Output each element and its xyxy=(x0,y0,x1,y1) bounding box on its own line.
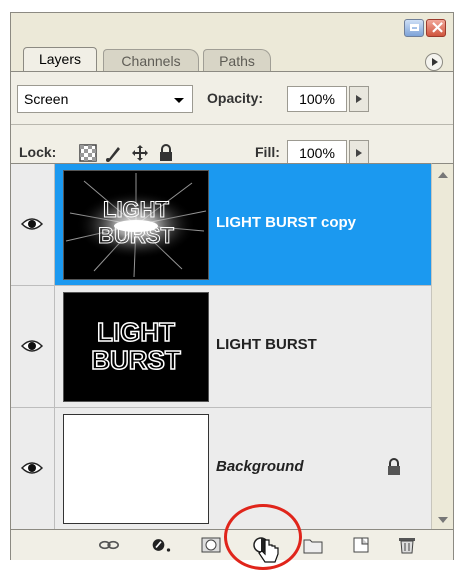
layers-panel: Layers Channels Paths Screen Opacity: 10… xyxy=(10,12,454,563)
layer-thumbnail[interactable] xyxy=(63,414,209,524)
scroll-up-icon[interactable] xyxy=(438,172,448,178)
panel-tabs: Layers Channels Paths xyxy=(11,45,453,72)
chevron-down-icon xyxy=(174,98,184,103)
svg-text:LIGHT: LIGHT xyxy=(103,197,170,222)
tab-channels[interactable]: Channels xyxy=(103,49,199,71)
lock-position-icon[interactable] xyxy=(131,144,149,162)
eye-icon xyxy=(21,218,43,230)
scroll-down-icon[interactable] xyxy=(438,517,448,523)
layer-name[interactable]: LIGHT BURST copy xyxy=(216,214,356,231)
tab-paths[interactable]: Paths xyxy=(203,49,271,71)
visibility-toggle[interactable] xyxy=(11,408,55,529)
layer-name[interactable]: LIGHT BURST xyxy=(216,336,317,353)
layer-row-light-burst-copy[interactable]: LIGHT BURST LIGHT BURST copy xyxy=(11,164,431,286)
svg-text:BURST: BURST xyxy=(91,345,181,375)
tab-layers[interactable]: Layers xyxy=(23,47,97,72)
panel-menu-button[interactable] xyxy=(425,53,443,71)
visibility-toggle[interactable] xyxy=(11,286,55,407)
layer-row-light-burst[interactable]: LIGHT BURST LIGHT BURST xyxy=(11,286,431,408)
opacity-label: Opacity: xyxy=(207,90,264,106)
layers-scrollbar[interactable] xyxy=(431,163,453,529)
lock-label: Lock: xyxy=(19,144,57,160)
new-group-icon[interactable] xyxy=(303,536,323,554)
opacity-slider-button[interactable] xyxy=(349,86,369,112)
eye-icon xyxy=(21,462,43,474)
opacity-field[interactable]: 100% xyxy=(287,86,347,112)
blend-mode-value: Screen xyxy=(24,91,69,107)
link-layers-icon[interactable] xyxy=(99,536,119,554)
fill-label: Fill: xyxy=(255,144,280,160)
close-button[interactable] xyxy=(426,17,446,38)
svg-text:LIGHT: LIGHT xyxy=(97,317,175,347)
trash-icon[interactable] xyxy=(397,536,417,554)
lock-icon xyxy=(388,458,400,475)
minimize-button[interactable] xyxy=(404,19,424,37)
eye-icon xyxy=(21,340,43,352)
layer-row-background[interactable]: Background xyxy=(11,408,431,530)
new-layer-icon[interactable] xyxy=(351,536,371,554)
layer-mask-icon[interactable] xyxy=(201,536,221,554)
light-burst-thumbnail-image: LIGHT BURST xyxy=(65,173,207,278)
options-divider xyxy=(11,124,453,125)
highlight-circle-annotation xyxy=(224,504,302,570)
visibility-toggle[interactable] xyxy=(11,164,55,285)
lock-transparent-icon[interactable] xyxy=(79,144,97,162)
layer-thumbnail[interactable]: LIGHT BURST xyxy=(63,292,209,402)
lock-image-icon[interactable] xyxy=(105,144,123,162)
layers-list: LIGHT BURST LIGHT BURST copy LIGHT BURST xyxy=(11,163,431,530)
light-burst-text-thumbnail-image: LIGHT BURST xyxy=(90,316,181,376)
panel-title-bar xyxy=(11,13,453,43)
lock-all-icon[interactable] xyxy=(157,144,175,162)
layer-style-icon[interactable] xyxy=(151,536,171,554)
layer-thumbnail[interactable]: LIGHT BURST xyxy=(63,170,209,280)
layer-name[interactable]: Background xyxy=(216,458,304,475)
blend-mode-select[interactable]: Screen xyxy=(17,85,193,113)
